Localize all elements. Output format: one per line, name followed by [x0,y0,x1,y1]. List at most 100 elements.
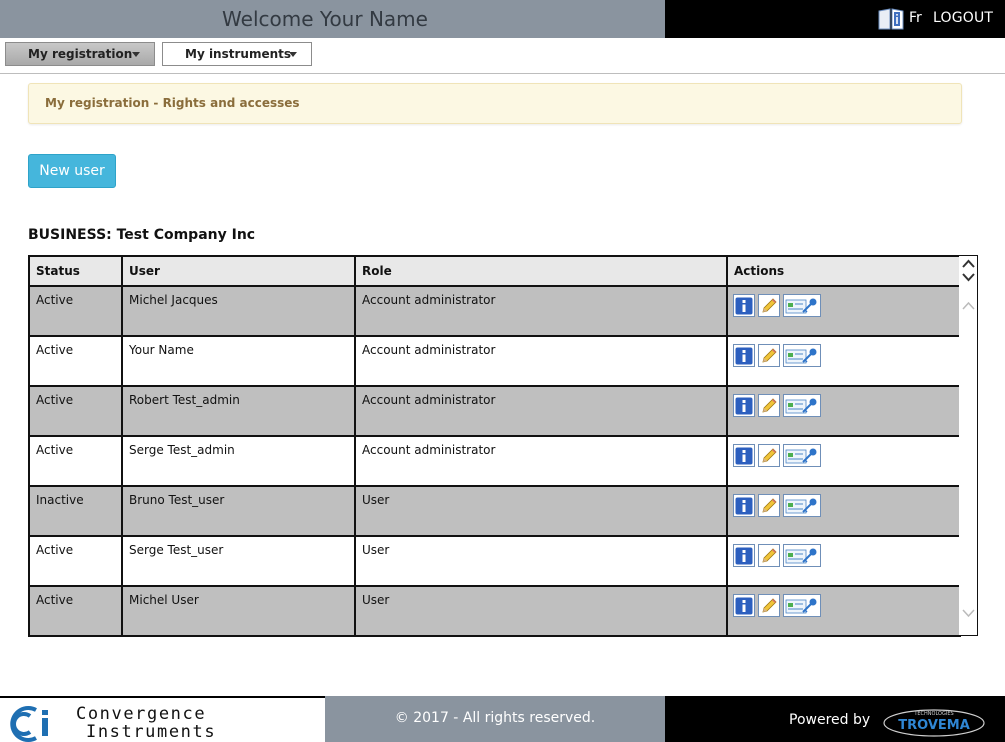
trovema-text: TROVEMA [898,718,970,733]
row-actions [733,544,953,567]
cell-actions [726,585,961,637]
row-actions [733,494,953,517]
footer-brand-panel: Convergence Instruments [0,696,325,742]
cell-role: Account administrator [354,285,728,337]
help-book-icon[interactable] [878,7,904,31]
cell-actions [726,535,961,587]
menu-my-registration-label: My registration [28,47,133,61]
footer-copyright-panel: © 2017 - All rights reserved. [325,696,665,742]
cell-status: Active [28,335,123,387]
cell-status: Active [28,285,123,337]
access-key-icon[interactable] [783,494,821,517]
edit-pencil-icon[interactable] [758,594,780,617]
cell-status: Active [28,385,123,437]
trovema-small-text: TECHNOLOGIES [913,711,953,717]
edit-pencil-icon[interactable] [758,444,780,467]
table-row: Active Serge Test_user User [28,535,961,587]
welcome-title: Welcome Your Name [222,7,428,31]
info-icon[interactable] [733,394,755,417]
cell-actions [726,335,961,387]
table-row: Active Robert Test_admin Account administr… [28,385,961,437]
edit-pencil-icon[interactable] [758,394,780,417]
cell-actions [726,485,961,537]
new-user-button[interactable]: New user [28,154,116,188]
cell-role: Account administrator [354,335,728,387]
column-header-actions: Actions [726,255,961,287]
cell-role: User [354,535,728,587]
info-icon[interactable] [733,344,755,367]
edit-pencil-icon[interactable] [758,544,780,567]
chevron-down-icon [132,52,140,57]
brand-name-line1: Convergence [76,704,207,724]
table-row: Active Your Name Account administrator [28,335,961,387]
business-title: BUSINESS: Test Company Inc [28,227,256,243]
scroll-up-icon[interactable] [962,259,975,269]
language-link[interactable]: Fr [909,10,922,26]
header-welcome-panel: Welcome Your Name [0,0,665,38]
cell-actions [726,385,961,437]
menu-my-registration[interactable]: My registration [5,42,155,66]
cell-user: Your Name [121,335,356,387]
info-icon[interactable] [733,494,755,517]
cell-user: Robert Test_admin [121,385,356,437]
users-table: Status User Role Actions Active Michel Ja… [28,255,961,637]
menu-bar: My registration My instruments [0,38,1005,74]
logout-link[interactable]: LOGOUT [933,10,993,26]
section-notice: My registration - Rights and accesses [28,83,962,124]
row-actions [733,394,953,417]
copyright-text: © 2017 - All rights reserved. [394,710,596,726]
cell-role: User [354,485,728,537]
cell-status: Active [28,535,123,587]
access-key-icon[interactable] [783,344,821,367]
trovema-logo-icon: TECHNOLOGIES TROVEMA [883,709,985,737]
menu-my-instruments-label: My instruments [185,47,292,61]
table-row: Active Michel User User [28,585,961,637]
table-header-row: Status User Role Actions [28,255,961,287]
access-key-icon[interactable] [783,544,821,567]
cell-user: Serge Test_user [121,535,356,587]
access-key-icon[interactable] [783,294,821,317]
cell-status: Inactive [28,485,123,537]
menu-my-instruments[interactable]: My instruments [162,42,312,66]
table-scrollbar[interactable] [959,255,978,636]
cell-role: Account administrator [354,435,728,487]
info-icon[interactable] [733,594,755,617]
access-key-icon[interactable] [783,594,821,617]
convergence-instruments-logo-icon [10,706,48,742]
cell-role: Account administrator [354,385,728,437]
info-icon[interactable] [733,444,755,467]
cell-status: Active [28,585,123,637]
cell-actions [726,285,961,337]
table-row: Inactive Bruno Test_user User [28,485,961,537]
row-actions [733,294,953,317]
edit-pencil-icon[interactable] [758,494,780,517]
row-actions [733,344,953,367]
access-key-icon[interactable] [783,444,821,467]
scroll-down-icon[interactable] [962,272,975,282]
top-header: Welcome Your Name Fr LOGOUT [0,0,1005,38]
powered-by-text: Powered by [789,712,871,728]
column-header-role: Role [354,255,728,287]
scroll-up-faint-icon [962,301,975,310]
cell-user: Michel Jacques [121,285,356,337]
cell-user: Bruno Test_user [121,485,356,537]
table-row: Active Serge Test_admin Account administra… [28,435,961,487]
row-actions [733,444,953,467]
chevron-down-icon [289,52,297,57]
info-icon[interactable] [733,544,755,567]
edit-pencil-icon[interactable] [758,344,780,367]
users-table-container: Status User Role Actions Active Michel Ja… [28,255,978,637]
cell-user: Serge Test_admin [121,435,356,487]
cell-actions [726,435,961,487]
brand-name-line2: Instruments [86,722,217,742]
edit-pencil-icon[interactable] [758,294,780,317]
access-key-icon[interactable] [783,394,821,417]
column-header-user: User [121,255,356,287]
scroll-down-faint-icon [962,609,975,618]
info-icon[interactable] [733,294,755,317]
footer-powered-panel: Powered by TECHNOLOGIES TROVEMA [665,696,1005,742]
cell-role: User [354,585,728,637]
column-header-status: Status [28,255,123,287]
page-footer: Convergence Instruments © 2017 - All rig… [0,696,1005,742]
cell-status: Active [28,435,123,487]
